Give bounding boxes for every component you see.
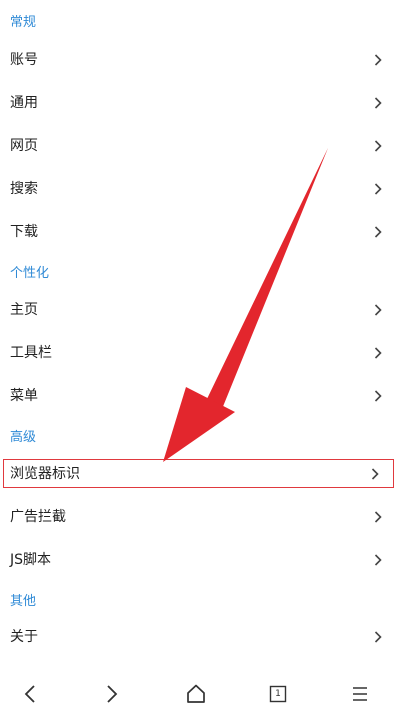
chevron-right-icon [374,304,382,316]
settings-item-homepage[interactable]: 主页 [0,290,400,330]
settings-item-label: 菜单 [10,388,38,404]
tab-count: 1 [275,689,281,699]
settings-item-menu[interactable]: 菜单 [0,376,400,416]
settings-item-label: 通用 [10,95,38,111]
settings-item-account[interactable]: 账号 [0,40,400,80]
chevron-right-icon [374,226,382,238]
chevron-right-icon [374,511,382,523]
home-icon [187,684,205,703]
settings-item-label: 工具栏 [10,345,52,361]
settings-item-general[interactable]: 通用 [0,83,400,123]
section-header-personalization: 个性化 [10,266,50,281]
section-header-other: 其他 [10,594,37,609]
back-button[interactable] [14,678,46,710]
tabs-button[interactable]: 1 [262,678,294,710]
settings-item-ad-block[interactable]: 广告拦截 [0,497,400,537]
settings-item-search[interactable]: 搜索 [0,169,400,209]
settings-item-label: 主页 [10,302,38,318]
settings-item-label: 关于 [10,629,38,645]
chevron-right-icon [374,554,382,566]
settings-item-webpage[interactable]: 网页 [0,126,400,166]
chevron-right-icon [374,390,382,402]
chevron-right-icon [374,631,382,643]
settings-item-toolbar[interactable]: 工具栏 [0,333,400,373]
chevron-right-icon [374,347,382,359]
settings-item-download[interactable]: 下载 [0,212,400,252]
settings-item-user-agent[interactable]: 浏览器标识 [3,459,394,488]
settings-item-label: 浏览器标识 [10,465,80,482]
settings-item-about[interactable]: 关于 [0,617,400,657]
section-header-advanced: 高级 [10,430,37,445]
settings-item-label: 网页 [10,138,38,154]
menu-icon [353,687,367,701]
forward-icon [107,685,118,703]
chevron-right-icon [374,54,382,66]
settings-item-js-script[interactable]: JS脚本 [0,540,400,580]
home-button[interactable] [180,678,212,710]
settings-item-label: 下载 [10,224,38,240]
forward-button[interactable] [96,678,128,710]
settings-item-label: 搜索 [10,181,38,197]
chevron-right-icon [374,183,382,195]
section-header-general: 常规 [10,15,37,30]
chevron-right-icon [374,97,382,109]
back-icon [24,685,35,703]
chevron-right-icon [371,467,379,480]
chevron-right-icon [374,140,382,152]
settings-item-label: 账号 [10,52,38,68]
settings-list: 常规 账号 通用 网页 搜索 下载 个性化 主页 工具栏 菜单 高级 浏览器标识 [0,0,400,670]
settings-item-label: JS脚本 [10,552,52,568]
menu-button[interactable] [344,678,376,710]
settings-item-label: 广告拦截 [10,509,66,525]
bottom-navigation-bar: 1 [0,670,400,717]
